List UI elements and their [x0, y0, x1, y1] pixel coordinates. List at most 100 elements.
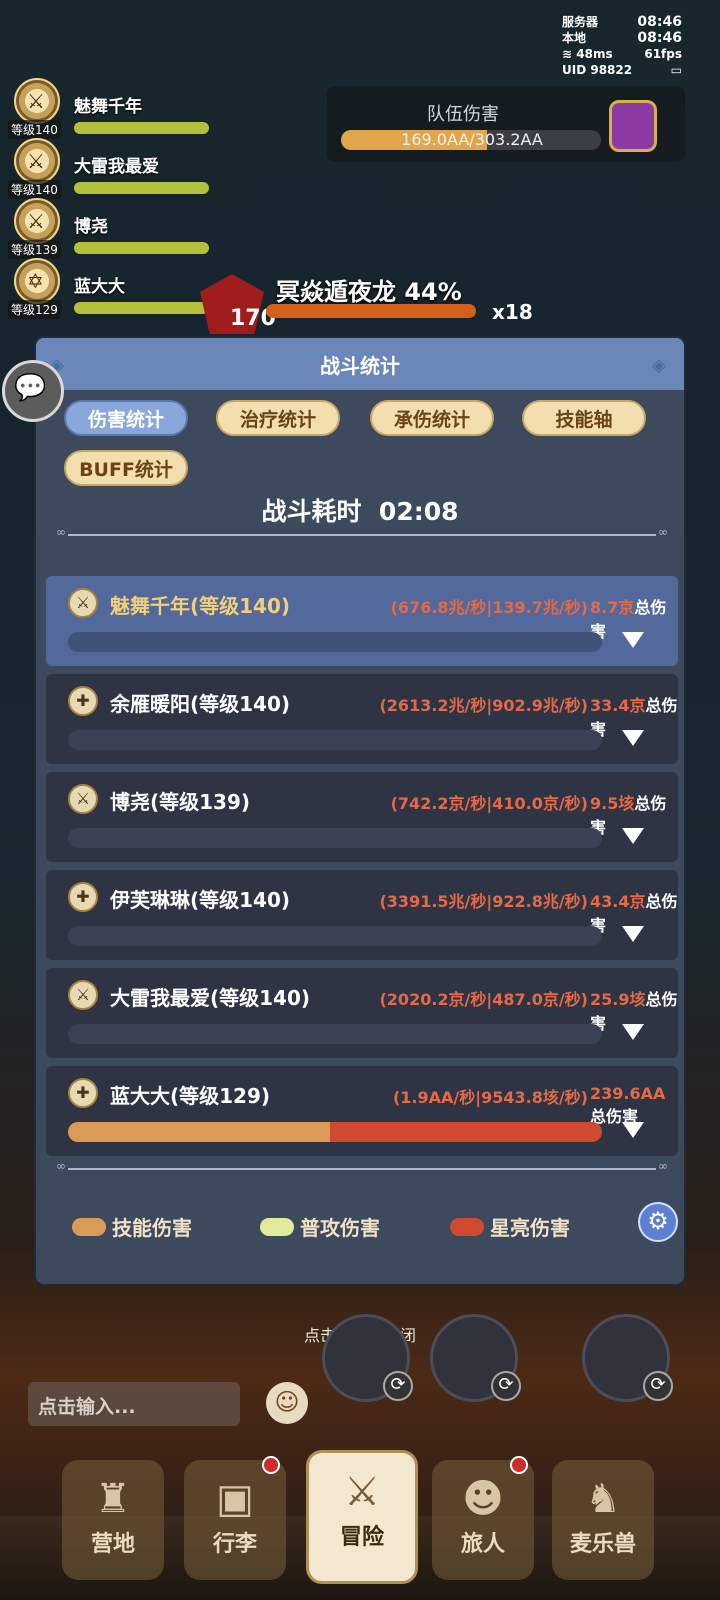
- swap-icon[interactable]: ⟳: [383, 1371, 413, 1401]
- swap-icon[interactable]: ⟳: [491, 1371, 521, 1401]
- tab-buff[interactable]: BUFF统计: [64, 450, 188, 486]
- chat-icon: 💬: [14, 373, 47, 403]
- uid-label: UID: [562, 63, 587, 77]
- player-total: 239.6AA总伤害: [590, 1084, 678, 1127]
- legend-item: 普攻伤害: [260, 1212, 380, 1241]
- boss-name: 冥焱遁夜龙 44%: [276, 272, 462, 307]
- expand-triangle-icon[interactable]: [622, 730, 644, 746]
- gear-icon[interactable]: ⚙: [638, 1202, 678, 1242]
- player-stat-row[interactable]: ⚔ 大雷我最爱(等级140) (2020.2京/秒|487.0京/秒) 25.9垓总伤…: [46, 968, 678, 1058]
- party-member[interactable]: ⚔ 等级140 大雷我最爱: [8, 138, 209, 199]
- nav-camp[interactable]: ♜ 营地: [62, 1460, 164, 1580]
- player-total-value: 9.5垓: [590, 794, 635, 813]
- tab-skill-timeline[interactable]: 技能轴: [522, 400, 646, 436]
- nav-pets[interactable]: ♞ 麦乐兽: [552, 1460, 654, 1580]
- legend-label: 星亮伤害: [490, 1216, 570, 1240]
- member-avatar: ⚔: [14, 78, 60, 124]
- hero-portrait[interactable]: ⟳: [430, 1314, 521, 1402]
- member-avatar: ⚔: [14, 138, 60, 184]
- player-dps: (3391.5兆/秒|922.8兆/秒): [379, 892, 588, 911]
- player-total-value: 43.4京: [590, 892, 646, 911]
- member-level: 等级140: [8, 120, 61, 139]
- nav-label: 旅人: [460, 1532, 505, 1557]
- notification-badge: [262, 1456, 280, 1474]
- sword-icon: ⚔: [27, 209, 45, 233]
- boss-hp-bar: [266, 304, 476, 318]
- tab-healing[interactable]: 治疗统计: [216, 400, 340, 436]
- modal-header: ◈ 战斗统计 ◈: [36, 338, 684, 390]
- star-icon: ✡: [27, 269, 44, 293]
- expand-triangle-icon[interactable]: [622, 632, 644, 648]
- party-member[interactable]: ⚔ 等级139 博尧: [8, 198, 209, 259]
- hero-portrait[interactable]: ⟳: [582, 1314, 673, 1402]
- member-level: 等级129: [8, 300, 61, 319]
- chat-input[interactable]: 点击输入...: [28, 1382, 240, 1426]
- sword-icon: ⚔: [27, 149, 45, 173]
- expand-triangle-icon[interactable]: [622, 926, 644, 942]
- player-total-value: 8.7京: [590, 598, 635, 617]
- emoji-button[interactable]: ☺: [266, 1382, 308, 1424]
- party-member[interactable]: ✡ 等级129 蓝大大: [8, 258, 209, 319]
- nav-label: 冒险: [339, 1525, 384, 1550]
- player-stat-row[interactable]: ⚔ 博尧(等级139) (742.2京/秒|410.0京/秒) 9.5垓总伤害: [46, 772, 678, 862]
- battle-timer: 战斗耗时 02:08: [36, 492, 684, 528]
- chat-bubble-button[interactable]: 💬: [2, 360, 64, 422]
- member-level: 等级140: [8, 180, 61, 199]
- timer-value: 02:08: [378, 497, 459, 526]
- boss-panel: 170 冥焱遁夜龙 44% x18: [200, 268, 540, 338]
- sword-emblem-icon: ⚔: [68, 588, 98, 618]
- person-icon: ☻: [462, 1476, 504, 1522]
- player-stat-row[interactable]: ✚ 伊芙琳琳(等级140) (3391.5兆/秒|922.8兆/秒) 43.4京总伤害: [46, 870, 678, 960]
- expand-triangle-icon[interactable]: [622, 1122, 644, 1138]
- wifi-icon: ≋: [562, 47, 573, 61]
- nav-label: 营地: [90, 1532, 135, 1557]
- player-dps: (676.8兆/秒|139.7兆/秒): [390, 598, 588, 617]
- crossed-swords-icon: ⚔: [344, 1469, 380, 1515]
- legend-swatch: [72, 1217, 106, 1236]
- expand-triangle-icon[interactable]: [622, 828, 644, 844]
- modal-title: 战斗统计: [320, 353, 400, 378]
- member-hp-bar: [74, 122, 209, 134]
- player-name: 博尧(等级139): [110, 790, 251, 814]
- diamond-ornament-icon: ◈: [652, 355, 666, 376]
- member-avatar: ✡: [14, 258, 60, 304]
- sword-emblem-icon: ⚔: [68, 980, 98, 1010]
- swap-icon[interactable]: ⟳: [643, 1371, 673, 1401]
- player-stat-row[interactable]: ⚔ 魅舞千年(等级140) (676.8兆/秒|139.7兆/秒) 8.7京总伤害: [46, 576, 678, 666]
- player-dps: (2020.2京/秒|487.0京/秒): [379, 990, 588, 1009]
- legend-swatch: [260, 1217, 294, 1236]
- boss-name-text: 冥焱遁夜龙: [276, 278, 396, 306]
- nav-luggage[interactable]: ▣ 行李: [184, 1456, 286, 1580]
- legend-item: 星亮伤害: [450, 1212, 570, 1241]
- player-stat-row[interactable]: ✚ 蓝大大(等级129) (1.9AA/秒|9543.8垓/秒) 239.6AA总伤害: [46, 1066, 678, 1156]
- boss-multiplier: x18: [492, 300, 533, 324]
- party-member[interactable]: ⚔ 等级140 魅舞千年: [8, 78, 209, 139]
- damage-breakdown-bar: [68, 1122, 602, 1142]
- team-damage-title: 队伍伤害: [427, 104, 499, 125]
- tab-damage[interactable]: 伤害统计: [64, 400, 188, 436]
- ping: 48ms: [576, 47, 613, 61]
- chest-icon: ▣: [216, 1476, 254, 1522]
- tab-damage-taken[interactable]: 承伤统计: [370, 400, 494, 436]
- boss-percent: 44%: [404, 278, 462, 306]
- star-damage-segment: [329, 1122, 602, 1142]
- smiley-icon: ☺: [274, 1388, 300, 1416]
- legend-item: 技能伤害: [72, 1212, 192, 1241]
- damage-breakdown-bar: [68, 828, 602, 848]
- skill-damage-segment: [68, 1122, 330, 1142]
- player-total-value: 33.4京: [590, 696, 646, 715]
- player-total-value: 239.6AA: [590, 1084, 666, 1103]
- treasure-chest-icon[interactable]: [609, 100, 657, 152]
- hero-portrait[interactable]: ⟳: [322, 1314, 413, 1402]
- star-emblem-icon: ✚: [68, 1078, 98, 1108]
- nav-travelers[interactable]: ☻ 旅人: [432, 1456, 534, 1580]
- nav-label: 麦乐兽: [569, 1532, 636, 1557]
- fps: 61fps: [644, 47, 682, 61]
- nav-adventure[interactable]: ⚔ 冒险: [306, 1450, 418, 1584]
- legend: 技能伤害 普攻伤害 星亮伤害 ⚙: [72, 1202, 678, 1246]
- player-stat-row[interactable]: ✚ 余雁暖阳(等级140) (2613.2兆/秒|902.9兆/秒) 33.4京总伤害: [46, 674, 678, 764]
- expand-triangle-icon[interactable]: [622, 1024, 644, 1040]
- local-label: 本地: [562, 31, 587, 45]
- player-name: 余雁暖阳(等级140): [110, 692, 291, 716]
- member-name: 蓝大大: [74, 277, 125, 297]
